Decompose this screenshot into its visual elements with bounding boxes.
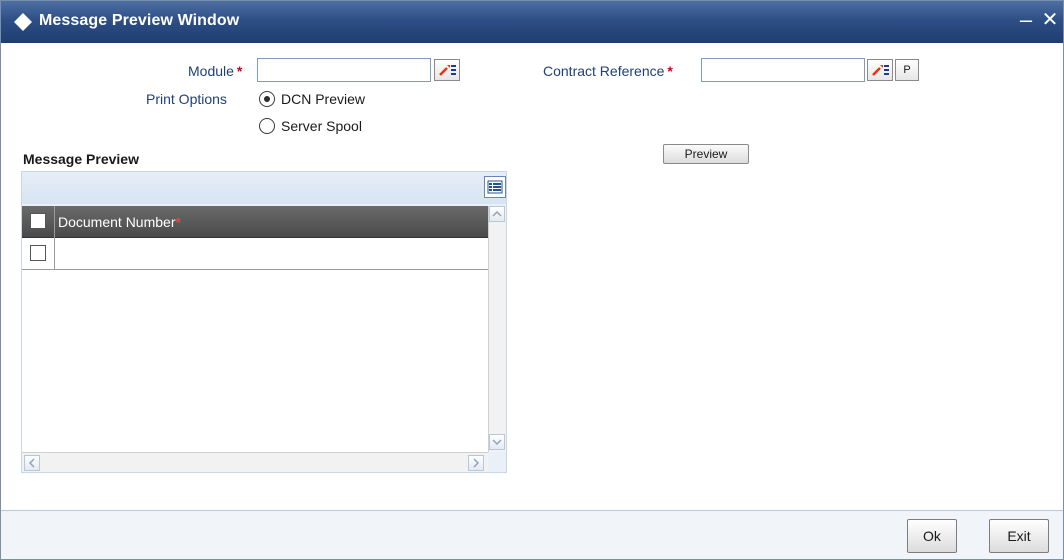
message-preview-grid: Document Number* [21,171,507,473]
footer-bar: Ok Exit [1,511,1063,559]
title-bar[interactable]: Message Preview Window – ✕ [1,1,1063,43]
ok-button[interactable]: Ok [907,519,957,553]
required-mark: * [236,63,243,79]
radio-button[interactable] [259,91,275,107]
scroll-left-button[interactable] [24,455,40,471]
grid-settings-button[interactable] [484,176,506,198]
horizontal-scrollbar[interactable] [22,452,488,472]
grid-toolbar [22,172,506,204]
required-mark: * [667,63,673,79]
list-of-values-icon [439,65,456,76]
list-of-values-icon [872,65,889,76]
radio-label: DCN Preview [281,91,366,107]
select-all-checkbox[interactable] [30,213,46,229]
grid-header-row: Document Number* [22,206,488,238]
module-input[interactable] [257,58,431,82]
print-options-label: Print Options [146,91,227,107]
table-row [22,238,488,270]
contract-reference-label: Contract Reference * [543,63,673,79]
exit-button[interactable]: Exit [989,519,1049,553]
message-preview-title: Message Preview [23,151,139,167]
grid-list-icon [487,180,503,194]
column-divider [54,206,55,238]
radio-button[interactable] [259,118,275,134]
p-button[interactable]: P [895,59,919,81]
chevron-left-icon [28,458,35,468]
scroll-down-button[interactable] [489,434,505,450]
close-button[interactable]: ✕ [1039,10,1061,32]
column-divider [54,238,55,270]
radio-server-spool[interactable]: Server Spool [259,116,399,136]
module-lov-button[interactable] [434,59,460,81]
chevron-up-icon [492,210,502,217]
chevron-down-icon [492,439,502,446]
message-preview-window: Message Preview Window – ✕ Module * Contr… [0,0,1064,560]
window-title: Message Preview Window [39,12,240,29]
radio-label: Server Spool [281,118,362,134]
diamond-icon [14,13,32,31]
scroll-up-button[interactable] [489,206,505,222]
column-header-document-number[interactable]: Document Number* [58,214,181,230]
grid-body: Document Number* [22,206,488,452]
radio-selected-dot [264,96,270,102]
vertical-scrollbar[interactable] [488,206,506,452]
minimize-button[interactable]: – [1017,9,1035,32]
chevron-right-icon [473,458,480,468]
module-label: Module * [188,63,243,79]
contract-reference-lov-button[interactable] [867,59,893,81]
row-checkbox[interactable] [30,245,46,261]
radio-dcn-preview[interactable]: DCN Preview [259,89,399,109]
required-mark: * [175,214,181,230]
contract-reference-input[interactable] [701,58,865,82]
preview-button[interactable]: Preview [663,144,749,164]
scroll-right-button[interactable] [468,455,484,471]
